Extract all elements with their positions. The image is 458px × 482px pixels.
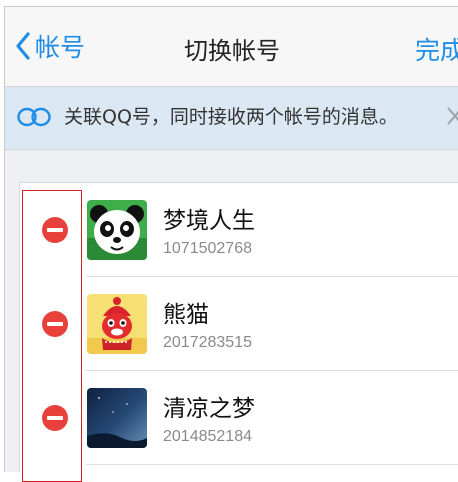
account-list: 梦境人生 1071502768 熊猫 2017283515 清凉之梦 20148… (19, 182, 458, 472)
panda-avatar (87, 200, 147, 260)
close-icon[interactable] (445, 105, 458, 127)
page-title: 切换帐号 (184, 37, 280, 65)
link-account-banner[interactable]: 关联QQ号，同时接收两个帐号的消息。 (5, 87, 458, 150)
row-divider (86, 464, 458, 465)
account-number: 2017283515 (163, 334, 252, 351)
banner-text: 关联QQ号，同时接收两个帐号的消息。 (64, 106, 398, 128)
list-item[interactable]: 清凉之梦 2014852184 (20, 371, 458, 465)
remove-icon[interactable] (41, 404, 69, 432)
account-number: 2014852184 (163, 428, 252, 445)
link-icon (17, 107, 51, 127)
account-nickname: 梦境人生 (163, 208, 255, 234)
remove-icon[interactable] (41, 216, 69, 244)
done-button[interactable]: 完成 (415, 31, 458, 67)
night-sky-avatar (87, 388, 147, 448)
list-item[interactable]: 梦境人生 1071502768 (20, 183, 458, 277)
navigation-bar: 帐号 切换帐号 完成 (5, 7, 458, 87)
app-screen: 帐号 切换帐号 完成 关联QQ号，同时接收两个帐号的消息。 (4, 6, 458, 472)
account-nickname: 熊猫 (163, 302, 209, 328)
red-mascot-avatar (87, 294, 147, 354)
account-nickname: 清凉之梦 (163, 396, 255, 422)
list-item[interactable]: 熊猫 2017283515 (20, 277, 458, 371)
account-number: 1071502768 (163, 240, 252, 257)
remove-icon[interactable] (41, 310, 69, 338)
